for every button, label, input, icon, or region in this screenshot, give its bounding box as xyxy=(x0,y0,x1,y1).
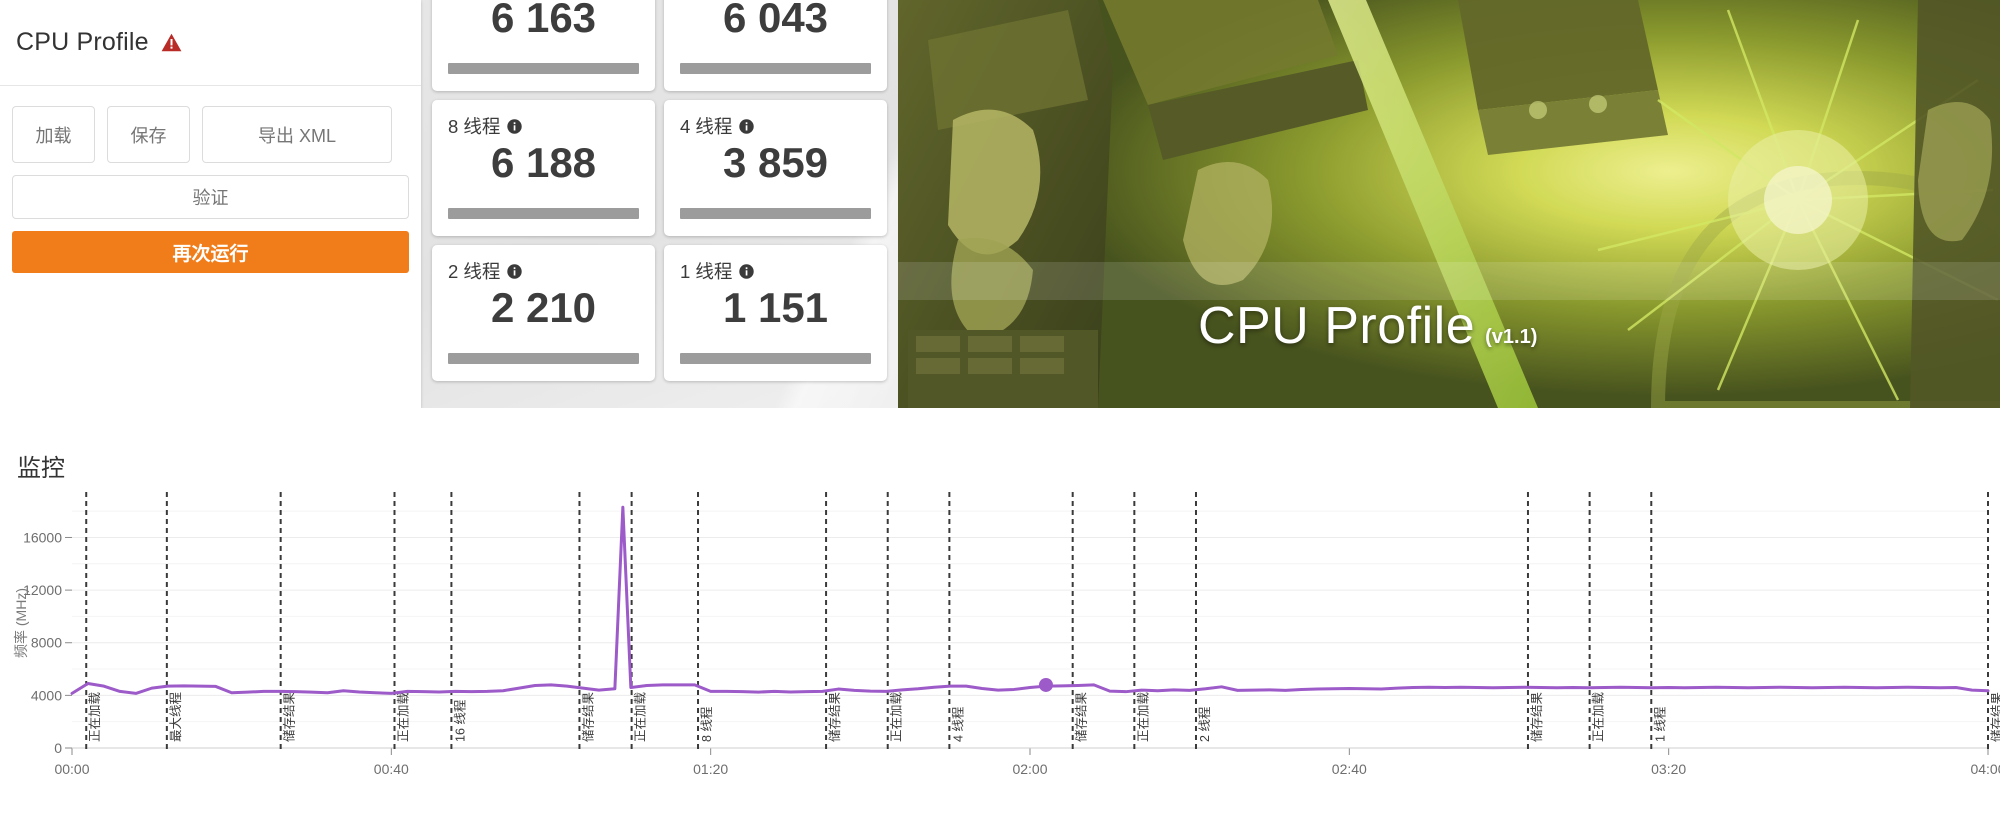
score-card-label: 1 线程 xyxy=(680,258,732,284)
score-card-label: 2 线程 xyxy=(448,258,500,284)
export-xml-button[interactable]: 导出 XML xyxy=(202,106,392,163)
score-card[interactable]: 1 线程 1 151 xyxy=(664,245,887,381)
chart-event-label: 1 线程 xyxy=(1652,706,1667,742)
chart-event-label: 4 线程 xyxy=(950,706,965,742)
chart-hover-point[interactable] xyxy=(1039,678,1053,692)
chart-event-label: 正在加载 xyxy=(88,691,102,742)
score-card-header: 2 线程 xyxy=(448,258,639,284)
score-value: 1 151 xyxy=(680,286,871,330)
chart-event-label: 正在加载 xyxy=(634,691,648,742)
validate-button[interactable]: 验证 xyxy=(12,175,409,219)
monitor-title: 监控 xyxy=(17,448,65,483)
y-axis-tick-label: 4000 xyxy=(31,687,62,703)
score-bar xyxy=(680,63,871,74)
x-axis-tick-label: 01:20 xyxy=(693,761,728,777)
score-card[interactable]: 16 线程 6 043 xyxy=(664,0,887,91)
chart-event-label: 储存结果 xyxy=(580,691,595,742)
info-icon[interactable] xyxy=(507,119,522,134)
score-card-label: 4 线程 xyxy=(680,113,732,139)
score-card[interactable]: 2 线程 2 210 xyxy=(432,245,655,381)
panel-body: 加载 保存 导出 XML 验证 再次运行 xyxy=(0,86,421,273)
hero-title-band xyxy=(898,262,2000,300)
chart-event-label: 正在加载 xyxy=(396,691,410,742)
score-value: 3 859 xyxy=(680,141,871,185)
benchmark-hero-banner: CPU Profile (v1.1) xyxy=(898,0,2000,408)
chart-event-label: 正在加载 xyxy=(1592,691,1606,742)
chart-event-label: 16 线程 xyxy=(452,699,467,742)
score-value: 6 043 xyxy=(680,0,871,40)
y-axis-tick-label: 8000 xyxy=(31,635,62,651)
monitor-section: 监控 0400080001200016000频率 (MHz)00:0000:40… xyxy=(0,408,2000,829)
action-button-row: 加载 保存 导出 XML xyxy=(12,106,409,163)
x-axis-tick-label: 03:20 xyxy=(1651,761,1686,777)
hero-title: CPU Profile xyxy=(1198,296,1475,356)
chart-series-line xyxy=(72,507,1988,693)
chart-event-label: 2 线程 xyxy=(1197,706,1212,742)
load-button[interactable]: 加载 xyxy=(12,106,95,163)
score-card-label: 8 线程 xyxy=(448,113,500,139)
score-bar xyxy=(680,208,871,219)
x-axis-tick-label: 02:40 xyxy=(1332,761,1367,777)
run-again-button[interactable]: 再次运行 xyxy=(12,231,409,273)
chart-event-label: 储存结果 xyxy=(827,691,842,742)
score-value: 2 210 xyxy=(448,286,639,330)
panel-header: CPU Profile xyxy=(0,0,421,86)
score-card-header: 8 线程 xyxy=(448,113,639,139)
score-value: 6 188 xyxy=(448,141,639,185)
y-axis-tick-label: 0 xyxy=(54,740,62,756)
chart-event-label: 储存结果 xyxy=(282,691,297,742)
x-axis-tick-label: 04:00 xyxy=(1970,761,2000,777)
info-icon[interactable] xyxy=(739,264,754,279)
x-axis-tick-label: 00:00 xyxy=(54,761,89,777)
hero-title-group: CPU Profile (v1.1) xyxy=(1198,296,1537,356)
info-icon[interactable] xyxy=(739,119,754,134)
chart-event-label: 8 线程 xyxy=(699,706,714,742)
score-card-grid: 最大线程 6 163 16 线程 6 043 xyxy=(432,0,887,381)
left-control-panel: CPU Profile 加载 保存 导出 XML 验证 再次运行 xyxy=(0,0,421,408)
x-axis-tick-label: 00:40 xyxy=(374,761,409,777)
chart-event-label: 储存结果 xyxy=(1529,691,1544,742)
chart-event-label: 储存结果 xyxy=(1074,691,1089,742)
info-icon[interactable] xyxy=(507,264,522,279)
results-top-section: CPU Profile 加载 保存 导出 XML 验证 再次运行 xyxy=(0,0,2000,408)
x-axis-tick-label: 02:00 xyxy=(1012,761,1047,777)
score-card-header: 4 线程 xyxy=(680,113,871,139)
score-card[interactable]: 4 线程 3 859 xyxy=(664,100,887,236)
page-title: CPU Profile xyxy=(16,28,149,57)
score-bar xyxy=(680,353,871,364)
score-bar xyxy=(448,208,639,219)
chart-event-label: 正在加载 xyxy=(1136,691,1150,742)
chart-event-label: 最大线程 xyxy=(168,691,183,742)
score-bar xyxy=(448,63,639,74)
save-button[interactable]: 保存 xyxy=(107,106,190,163)
warning-triangle-icon xyxy=(161,33,182,52)
score-card[interactable]: 最大线程 6 163 xyxy=(432,0,655,91)
score-card[interactable]: 8 线程 6 188 xyxy=(432,100,655,236)
score-card-header: 1 线程 xyxy=(680,258,871,284)
score-bar xyxy=(448,353,639,364)
y-axis-tick-label: 16000 xyxy=(23,529,62,545)
app-root: CPU Profile 加载 保存 导出 XML 验证 再次运行 xyxy=(0,0,2000,829)
hero-version: (v1.1) xyxy=(1485,326,1537,349)
chart-event-label: 储存结果 xyxy=(1989,691,2000,742)
score-value: 6 163 xyxy=(448,0,639,40)
y-axis-title: 频率 (MHz) xyxy=(13,588,29,658)
chart-event-label: 正在加载 xyxy=(890,691,904,742)
cpu-monitor-chart[interactable]: 0400080001200016000频率 (MHz)00:0000:4001:… xyxy=(0,486,2000,816)
